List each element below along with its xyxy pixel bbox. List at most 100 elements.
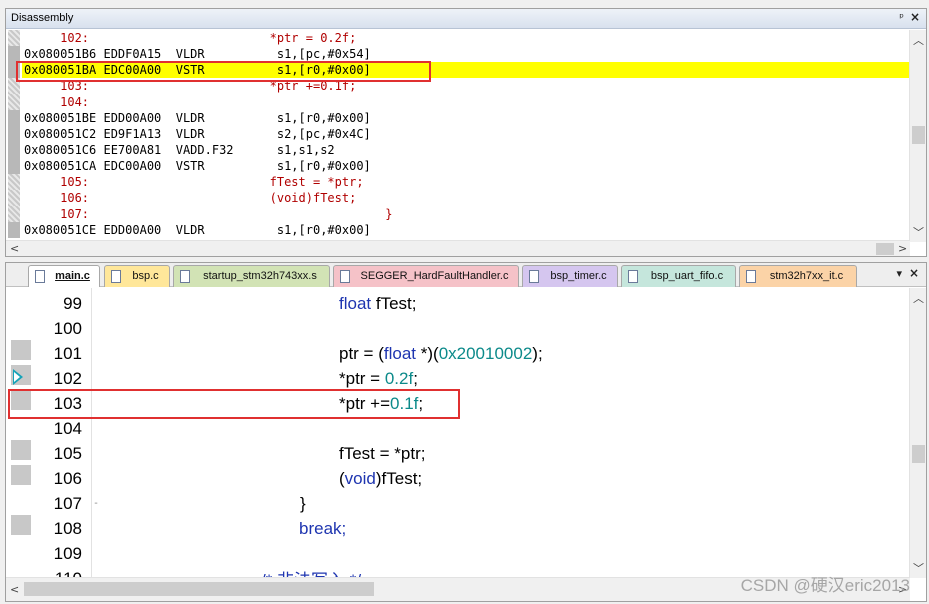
disassembly-instruction[interactable]: 0x080051BE EDD00A00 VLDR s1,[r0,#0x00] xyxy=(24,110,371,126)
line-number: 101 xyxy=(53,344,82,363)
scroll-left-icon[interactable]: < xyxy=(10,242,19,255)
pin-icon[interactable]: ᵖ xyxy=(899,11,904,24)
tab-label: bsp_timer.c xyxy=(550,270,607,282)
file-icon xyxy=(746,270,756,283)
disassembly-source-line[interactable]: 107: } xyxy=(24,206,392,222)
line-number: 107 xyxy=(53,494,82,513)
line-number: 106 xyxy=(53,469,82,488)
tab-startup-stm32h743xx-s[interactable]: startup_stm32h743xx.s xyxy=(173,265,330,287)
disassembly-source-line[interactable]: 106: (void)fTest; xyxy=(24,190,356,206)
gutter-marker xyxy=(8,94,20,110)
code-number: 0.2f xyxy=(384,369,414,388)
gutter-marker xyxy=(8,110,20,126)
code-keyword: void xyxy=(344,469,376,488)
disassembly-window: Disassembly ᵖ × 102: *ptr = 0.2f; 0x0800… xyxy=(5,8,927,257)
code-editor[interactable]: 99 100 101 102 103 104 105 106 107 108 1… xyxy=(6,288,910,578)
scroll-down-icon[interactable]: ﹀ xyxy=(913,224,924,240)
file-icon xyxy=(35,270,45,283)
tab-bsp-uart-fifo-c[interactable]: bsp_uart_fifo.c xyxy=(621,265,736,287)
tab-label: main.c xyxy=(55,270,90,282)
tab-label: stm32h7xx_it.c xyxy=(769,270,844,282)
code-line-marker xyxy=(11,515,31,535)
file-icon xyxy=(111,270,121,283)
tab-label: bsp_uart_fifo.c xyxy=(650,270,724,282)
code-line-108[interactable]: break; xyxy=(299,516,346,541)
code-text: ); xyxy=(532,344,543,363)
line-number: 108 xyxy=(53,519,82,538)
highlight-annotation-box xyxy=(16,61,431,82)
scroll-thumb[interactable] xyxy=(24,582,374,596)
editor-vertical-scrollbar[interactable]: ︿ ﹀ xyxy=(909,288,926,578)
code-text: *)( xyxy=(416,344,439,363)
code-line-marker xyxy=(11,465,31,485)
code-text: ; xyxy=(413,369,418,388)
code-number: 0x20010002 xyxy=(438,344,533,363)
scroll-thumb[interactable] xyxy=(912,445,925,463)
scroll-right-icon[interactable]: > xyxy=(898,242,907,255)
disassembly-vertical-scrollbar[interactable]: ︿ ﹀ xyxy=(909,30,926,242)
line-number: 100 xyxy=(53,319,82,338)
gutter-marker xyxy=(8,30,20,46)
tab-stm32h7xx-it-c[interactable]: stm32h7xx_it.c xyxy=(739,265,857,287)
code-text: fTest; xyxy=(371,294,417,313)
breakpoint-margin[interactable] xyxy=(6,288,32,578)
tab-label: startup_stm32h743xx.s xyxy=(203,270,317,282)
line-number: 102 xyxy=(53,369,82,388)
tab-bsp-timer-c[interactable]: bsp_timer.c xyxy=(522,265,618,287)
code-line-marker xyxy=(11,340,31,360)
disassembly-source-line[interactable]: 102: *ptr = 0.2f; xyxy=(24,30,356,46)
code-line-107[interactable]: } xyxy=(300,491,306,516)
disassembly-title: Disassembly xyxy=(11,12,74,24)
scroll-left-icon[interactable]: < xyxy=(10,583,19,596)
tab-main-c[interactable]: main.c xyxy=(28,265,100,287)
code-line-106[interactable]: (void)fTest; xyxy=(339,466,422,491)
disassembly-instruction[interactable]: 0x080051B6 EDDF0A15 VLDR s1,[pc,#0x54] xyxy=(24,46,371,62)
disassembly-horizontal-scrollbar[interactable]: < > xyxy=(6,240,910,256)
gutter-marker xyxy=(8,190,20,206)
code-text: *ptr = xyxy=(339,369,385,388)
tab-bsp-c[interactable]: bsp.c xyxy=(104,265,170,287)
disassembly-instruction[interactable]: 0x080051C2 ED9F1A13 VLDR s2,[pc,#0x4C] xyxy=(24,126,371,142)
file-icon xyxy=(180,270,190,283)
file-icon xyxy=(529,270,539,283)
code-keyword: float xyxy=(339,294,372,313)
code-line-102[interactable]: *ptr = 0.2f; xyxy=(339,366,418,391)
file-icon xyxy=(628,270,638,283)
line-number: 104 xyxy=(53,419,82,438)
gutter-marker xyxy=(8,46,20,62)
highlight-annotation-box xyxy=(8,389,460,419)
scroll-thumb[interactable] xyxy=(912,126,925,144)
file-icon xyxy=(340,270,350,283)
code-text: ptr = ( xyxy=(339,344,384,363)
scroll-thumb[interactable] xyxy=(876,243,894,255)
line-number: 105 xyxy=(53,444,82,463)
gutter-marker xyxy=(8,142,20,158)
scroll-down-icon[interactable]: ﹀ xyxy=(913,560,924,576)
disassembly-source-line[interactable]: 104: xyxy=(24,94,89,110)
disassembly-instruction[interactable]: 0x080051CA EDC00A00 VSTR s1,[r0,#0x00] xyxy=(24,158,371,174)
code-line-105[interactable]: fTest = *ptr; xyxy=(339,441,425,466)
line-number: 99 xyxy=(63,294,82,313)
disassembly-instruction[interactable]: 0x080051CE EDD00A00 VLDR s1,[r0,#0x00] xyxy=(24,222,371,238)
watermark: CSDN @硬汉eric2013 xyxy=(740,576,910,595)
code-line-marker xyxy=(11,440,31,460)
disassembly-source-line[interactable]: 105: fTest = *ptr; xyxy=(24,174,363,190)
disassembly-instruction[interactable]: 0x080051C6 EE700A81 VADD.F32 s1,s1,s2 xyxy=(24,142,335,158)
close-icon[interactable]: × xyxy=(910,10,920,24)
tab-list-dropdown-icon[interactable]: ▾ xyxy=(896,267,902,280)
scroll-up-icon[interactable]: ︿ xyxy=(913,290,924,306)
tab-label: SEGGER_HardFaultHandler.c xyxy=(360,270,509,282)
tab-segger-hardfaulthandler-c[interactable]: SEGGER_HardFaultHandler.c xyxy=(333,265,519,287)
code-line-101[interactable]: ptr = (float *)(0x20010002); xyxy=(339,341,543,366)
scroll-up-icon[interactable]: ︿ xyxy=(913,32,924,48)
gutter-marker xyxy=(8,206,20,222)
editor-tab-bar: main.c bsp.c startup_stm32h743xx.s SEGGE… xyxy=(6,263,926,287)
tab-label: bsp.c xyxy=(132,270,159,282)
code-line-99[interactable]: float fTest; xyxy=(339,291,417,316)
gutter-marker xyxy=(8,174,20,190)
editor-window: main.c bsp.c startup_stm32h743xx.s SEGGE… xyxy=(5,262,927,602)
line-number: 109 xyxy=(53,544,82,563)
close-icon[interactable]: × xyxy=(909,266,919,280)
code-keyword: float xyxy=(383,344,417,363)
fold-marker[interactable]: - xyxy=(93,491,99,516)
